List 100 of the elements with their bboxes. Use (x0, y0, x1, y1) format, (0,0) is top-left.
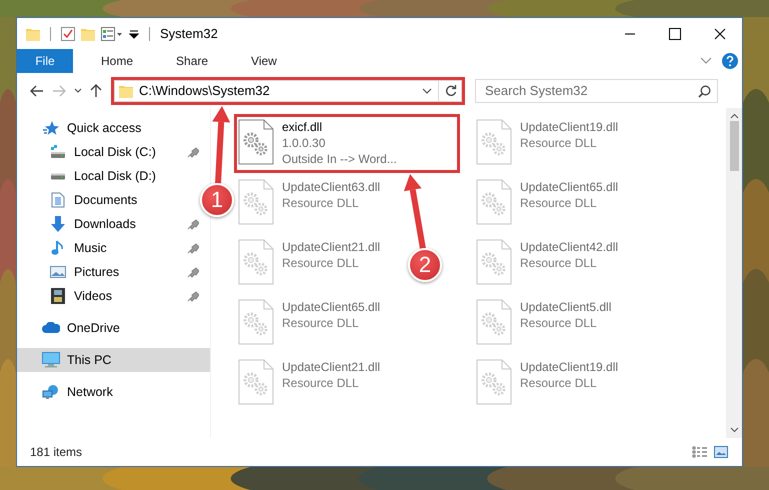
file-detail: Resource DLL (520, 195, 598, 211)
scroll-down-icon (730, 427, 738, 433)
file-item[interactable]: UpdateClient19.dll Resource DLL (472, 354, 628, 413)
nav-label: Downloads (74, 217, 136, 231)
file-detail: Resource DLL (282, 195, 360, 211)
file-detail: Resource DLL (520, 315, 598, 331)
nav-item[interactable]: OneDrive (17, 316, 124, 340)
picture-icon (50, 265, 66, 279)
back-arrow-icon (30, 84, 44, 96)
film-icon (51, 288, 65, 304)
search-field[interactable]: Search System32 (475, 78, 718, 102)
nav-item[interactable]: This PC (17, 348, 210, 372)
file-name: UpdateClient19.dll (520, 119, 618, 135)
file-item[interactable]: UpdateClient42.dll Resource DLL (472, 234, 628, 293)
gear-file-icon (238, 239, 274, 285)
pin-icon[interactable] (187, 290, 199, 302)
ribbon-tab[interactable]: Home (86, 49, 148, 73)
gear-file-icon (238, 359, 274, 405)
monitor-icon (42, 352, 60, 368)
gear-file-icon (476, 299, 512, 345)
nav-item[interactable]: Music (17, 236, 210, 260)
file-name: UpdateClient65.dll (282, 299, 380, 315)
network-icon (42, 384, 60, 400)
close-icon (714, 28, 726, 40)
pin-icon[interactable] (187, 242, 199, 254)
chevron-down-icon (74, 88, 82, 94)
file-name: UpdateClient42.dll (520, 239, 618, 255)
cloud-icon (42, 322, 60, 334)
file-item[interactable]: UpdateClient65.dll Resource DLL (472, 174, 628, 233)
nav-item[interactable]: Local Disk (D:) (17, 164, 160, 188)
up-arrow-icon (90, 84, 102, 98)
window-title: System32 (160, 26, 218, 41)
gear-file-icon (476, 359, 512, 405)
gear-file-icon (476, 179, 512, 225)
help-icon[interactable] (722, 53, 738, 69)
download-arrow-icon (50, 216, 66, 232)
file-name: exicf.dll (282, 119, 324, 135)
search-icon (698, 84, 711, 98)
address-bar[interactable]: C:\Windows\System32 (114, 80, 462, 102)
file-name: UpdateClient21.dll (282, 359, 380, 375)
file-item[interactable]: UpdateClient19.dll Resource DLL (472, 114, 628, 173)
folder-icon (119, 84, 133, 98)
chevron-down-icon (422, 88, 432, 94)
nav-item[interactable]: Local Disk (C:) (17, 140, 210, 164)
ribbon-tab[interactable]: View (236, 49, 292, 73)
file-name: UpdateClient5.dll (520, 299, 612, 315)
nav-label: Pictures (74, 265, 120, 279)
address-dropdown-button[interactable] (422, 88, 432, 94)
file-name: UpdateClient19.dll (520, 359, 618, 375)
file-name: UpdateClient21.dll (282, 239, 380, 255)
pin-icon[interactable] (187, 146, 199, 158)
gear-file-icon (476, 239, 512, 285)
nav-item[interactable]: Network (17, 380, 117, 404)
scrollbar[interactable] (726, 108, 742, 438)
maximize-icon (668, 28, 680, 40)
nav-item[interactable]: Quick access (17, 116, 146, 140)
large-icons-view-icon[interactable] (714, 446, 728, 458)
nav-label: Network (67, 385, 113, 399)
file-item[interactable]: UpdateClient63.dll Resource DLL (234, 174, 390, 233)
address-path: C:\Windows\System32 (139, 83, 271, 98)
nav-label: Videos (74, 289, 112, 303)
file-detail: Resource DLL (520, 255, 598, 271)
file-detail: Resource DLL (282, 255, 360, 271)
file-detail: Outside In --> Word... (282, 151, 397, 167)
file-item[interactable]: UpdateClient21.dll Resource DLL (234, 354, 390, 413)
nav-label: Quick access (67, 121, 142, 135)
nav-item[interactable]: Documents (17, 188, 142, 212)
checklist-icon[interactable] (61, 26, 75, 40)
properties-icon[interactable] (101, 26, 123, 40)
document-icon (51, 192, 65, 208)
forward-arrow-icon (52, 84, 66, 96)
scroll-thumb[interactable] (730, 121, 738, 171)
drive-icon (50, 172, 66, 180)
file-item[interactable]: UpdateClient65.dll Resource DLL (234, 294, 390, 353)
drive-icon (50, 145, 66, 159)
file-item[interactable]: UpdateClient5.dll Resource DLL (472, 294, 620, 353)
file-name: UpdateClient63.dll (282, 179, 380, 195)
item-count: 181 items (30, 445, 82, 459)
details-view-icon[interactable] (692, 446, 708, 458)
expand-ribbon-icon[interactable] (700, 57, 712, 65)
pin-icon[interactable] (187, 266, 199, 278)
file-item[interactable]: exicf.dll 1.0.0.30 Outside In --> Word... (234, 114, 460, 173)
nav-item[interactable]: Pictures (17, 260, 210, 284)
file-menu-tab[interactable]: File (17, 49, 73, 73)
ribbon-tab[interactable]: Share (161, 49, 224, 73)
gear-file-icon (238, 299, 274, 345)
music-note-icon (51, 240, 65, 256)
nav-item[interactable]: Videos (17, 284, 210, 308)
file-detail: Resource DLL (520, 375, 598, 391)
gear-file-icon (238, 119, 274, 165)
nav-label: Documents (74, 193, 138, 207)
file-item[interactable]: UpdateClient21.dll Resource DLL (234, 234, 390, 293)
file-detail: Resource DLL (282, 375, 360, 391)
gear-file-icon (476, 119, 512, 165)
file-name: UpdateClient65.dll (520, 179, 618, 195)
nav-label: Local Disk (D:) (74, 169, 156, 183)
refresh-icon (445, 84, 457, 96)
scroll-up-icon (730, 113, 738, 119)
pin-icon[interactable] (187, 218, 199, 230)
nav-label: Local Disk (C:) (74, 145, 156, 159)
